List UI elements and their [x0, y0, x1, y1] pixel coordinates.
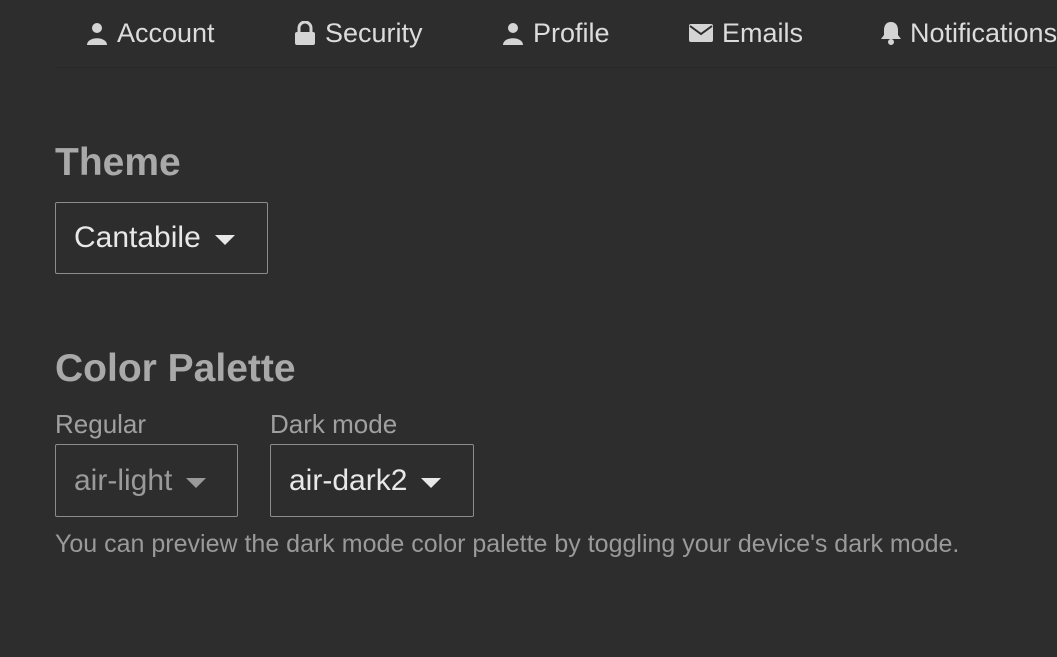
caret-down-icon — [421, 477, 442, 488]
settings-tabs: Account Security Profile Emails Notifica… — [55, 0, 1057, 68]
caret-down-icon — [214, 235, 235, 245]
regular-palette-value: air-light — [74, 463, 173, 497]
tab-emails-label: Emails — [722, 17, 804, 48]
tab-emails[interactable]: Emails — [688, 0, 803, 66]
user-icon — [85, 21, 109, 45]
tab-account[interactable]: Account — [85, 0, 215, 66]
tab-notifications-label: Notifications — [910, 17, 1057, 48]
color-palette-heading: Color Palette — [55, 347, 296, 390]
theme-select[interactable]: Cantabile — [55, 202, 268, 274]
palette-help-text: You can preview the dark mode color pale… — [55, 530, 960, 558]
dark-mode-palette-select[interactable]: air-dark2 — [270, 444, 474, 517]
tab-profile-label: Profile — [533, 17, 610, 48]
tab-account-label: Account — [117, 17, 215, 48]
regular-palette-label: Regular — [55, 409, 147, 439]
dark-mode-palette-label: Dark mode — [270, 409, 398, 439]
theme-heading: Theme — [55, 141, 181, 184]
envelope-icon — [688, 22, 714, 44]
regular-palette-select[interactable]: air-light — [55, 444, 238, 517]
theme-select-value: Cantabile — [74, 221, 201, 254]
bell-icon — [880, 21, 902, 45]
dark-mode-palette-value: air-dark2 — [289, 463, 408, 497]
tab-notifications[interactable]: Notifications — [880, 0, 1057, 66]
user-icon — [501, 21, 525, 45]
tab-security-label: Security — [325, 17, 423, 48]
caret-down-icon — [186, 477, 207, 488]
tab-profile[interactable]: Profile — [501, 0, 610, 66]
tab-security[interactable]: Security — [293, 0, 423, 66]
lock-icon — [293, 21, 317, 45]
